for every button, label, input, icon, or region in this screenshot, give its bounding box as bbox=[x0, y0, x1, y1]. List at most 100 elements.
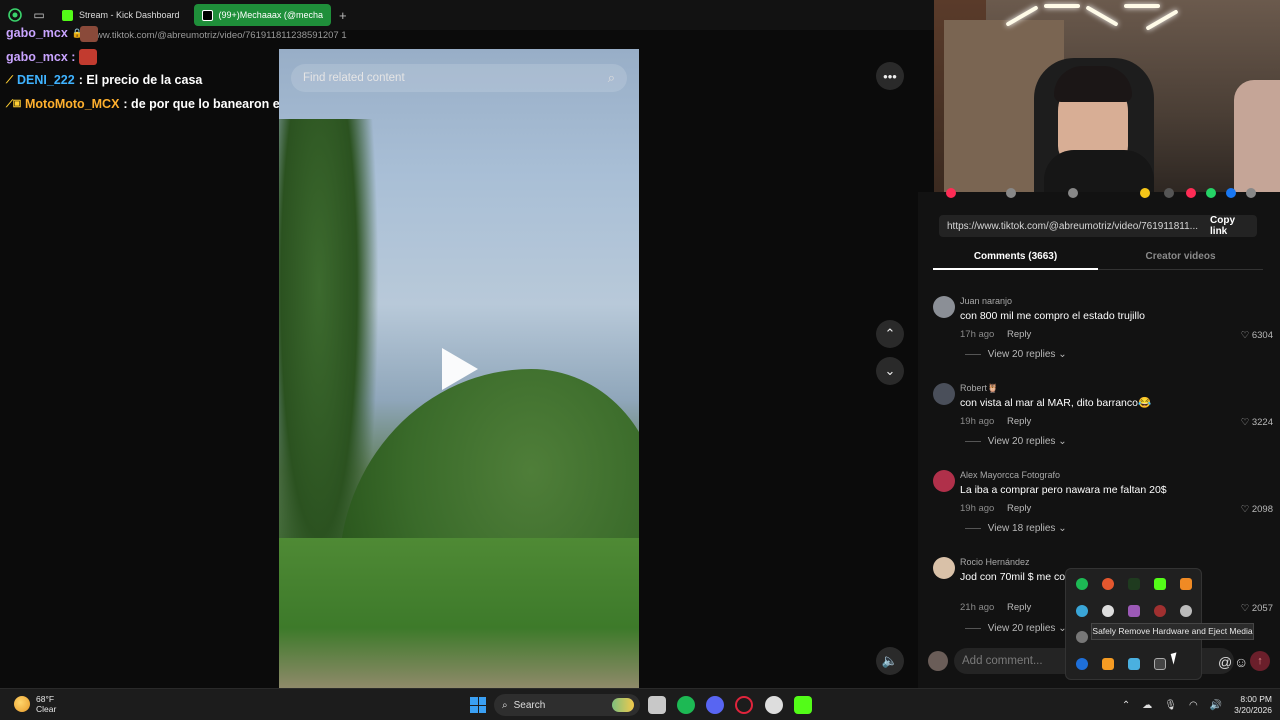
chat-emote bbox=[79, 49, 98, 65]
discord-icon[interactable] bbox=[706, 696, 724, 714]
tab-overview-icon[interactable]: ▭ bbox=[30, 6, 48, 24]
related-search-input[interactable]: Find related content ⌕ bbox=[291, 64, 627, 92]
copy-link-button[interactable]: Copy link bbox=[1198, 215, 1257, 237]
onedrive-icon[interactable]: ☁ bbox=[1142, 700, 1152, 711]
app-icon[interactable] bbox=[1102, 658, 1114, 670]
taskbar-search[interactable]: ⌕ Search bbox=[494, 694, 640, 716]
comment-like[interactable]: ♡ 2057 bbox=[1241, 603, 1273, 614]
heart-icon: ♡ bbox=[1240, 504, 1250, 515]
app-icon[interactable] bbox=[1180, 578, 1192, 590]
reply-button[interactable]: Reply bbox=[1007, 329, 1031, 340]
spotify-icon[interactable] bbox=[677, 696, 695, 714]
app-icon[interactable] bbox=[1128, 605, 1140, 617]
weather-widget[interactable]: 68°F Clear bbox=[14, 694, 56, 714]
next-video-icon[interactable]: ⌄ bbox=[876, 357, 904, 385]
chat-username: MotoMoto_MCX bbox=[25, 97, 120, 111]
chevron-up-icon[interactable]: ⌃ bbox=[1122, 700, 1130, 711]
search-icon[interactable]: ⌕ bbox=[608, 70, 615, 86]
reply-button[interactable]: Reply bbox=[1007, 602, 1031, 613]
avatar[interactable] bbox=[933, 296, 955, 318]
favorite-icon[interactable] bbox=[1068, 188, 1078, 198]
app-icon[interactable] bbox=[1076, 631, 1088, 643]
like-icon[interactable] bbox=[946, 188, 956, 198]
volume-icon[interactable]: 🔈 bbox=[876, 647, 904, 675]
video-url[interactable]: https://www.tiktok.com/@abreumotriz/vide… bbox=[947, 221, 1198, 232]
chevron-down-icon: ⌄ bbox=[1058, 523, 1067, 534]
clock-date: 3/20/2026 bbox=[1234, 705, 1272, 715]
comment-username[interactable]: Rocio Hernández bbox=[960, 557, 1030, 567]
microphone-icon[interactable]: 🎙 bbox=[1164, 700, 1177, 711]
reply-button[interactable]: Reply bbox=[1007, 503, 1031, 514]
video-ground bbox=[279, 538, 639, 688]
speaker-icon[interactable]: 🔊 bbox=[1210, 700, 1222, 711]
chat-username: gabo_mcx bbox=[6, 26, 68, 40]
heart-icon: ♡ bbox=[1240, 603, 1250, 614]
emoji-icon[interactable]: ☺ bbox=[1234, 654, 1248, 670]
usb-eject-icon[interactable] bbox=[1154, 658, 1166, 670]
tiktok-icon bbox=[201, 9, 213, 21]
wifi-icon[interactable]: ◠ bbox=[1189, 700, 1198, 711]
comment-like[interactable]: ♡ 6304 bbox=[1241, 330, 1273, 341]
comment-time: 19h ago bbox=[960, 503, 995, 514]
app-icon[interactable] bbox=[1128, 658, 1140, 670]
new-tab-icon[interactable]: + bbox=[339, 8, 347, 23]
tab-comments[interactable]: Comments (3663) bbox=[933, 248, 1098, 270]
tab-kick-dashboard[interactable]: Stream - Kick Dashboard bbox=[54, 4, 188, 26]
webcam-hex-light bbox=[994, 0, 1184, 40]
facebook-icon[interactable] bbox=[1226, 188, 1236, 198]
play-icon[interactable] bbox=[442, 348, 478, 390]
mention-icon[interactable]: @ bbox=[1218, 654, 1232, 670]
bluetooth-icon[interactable] bbox=[1076, 658, 1088, 670]
send-icon[interactable]: ↑ bbox=[1250, 651, 1270, 671]
avatar[interactable] bbox=[933, 383, 955, 405]
kick-icon[interactable] bbox=[794, 696, 812, 714]
share-icon[interactable] bbox=[1140, 188, 1150, 198]
clock[interactable]: 8:00 PM 3/20/2026 bbox=[1234, 694, 1272, 716]
view-replies-button[interactable]: View 18 replies ⌄ bbox=[965, 523, 1067, 534]
spotify-icon[interactable] bbox=[1076, 578, 1088, 590]
more-options-icon[interactable]: ••• bbox=[876, 62, 904, 90]
nvidia-icon[interactable] bbox=[1128, 578, 1140, 590]
firefox-icon[interactable] bbox=[1102, 578, 1114, 590]
share-icon[interactable] bbox=[1186, 188, 1196, 198]
avatar[interactable] bbox=[933, 557, 955, 579]
comment-meta: 19h ago Reply bbox=[960, 503, 1031, 514]
comment-like[interactable]: ♡ 2098 bbox=[1241, 504, 1273, 515]
app-icon[interactable] bbox=[1180, 605, 1192, 617]
search-highlight-icon bbox=[612, 698, 634, 712]
comment-time: 21h ago bbox=[960, 602, 995, 613]
browser-logo-icon[interactable] bbox=[6, 6, 24, 24]
view-replies-button[interactable]: View 20 replies ⌄ bbox=[965, 623, 1067, 634]
whatsapp-icon[interactable] bbox=[1206, 188, 1216, 198]
video-link-bar: https://www.tiktok.com/@abreumotriz/vide… bbox=[939, 215, 1257, 237]
comment-like[interactable]: ♡ 3224 bbox=[1241, 417, 1273, 428]
obs-icon[interactable] bbox=[1102, 605, 1114, 617]
embed-icon[interactable] bbox=[1164, 188, 1174, 198]
system-tray: ⌃ ☁ 🎙 ◠ 🔊 8:00 PM 3/20/2026 bbox=[1122, 689, 1280, 720]
tab-creator-videos[interactable]: Creator videos bbox=[1098, 248, 1263, 270]
app-icon[interactable] bbox=[1154, 605, 1166, 617]
reply-button[interactable]: Reply bbox=[1007, 416, 1031, 427]
view-replies-button[interactable]: View 20 replies ⌄ bbox=[965, 349, 1067, 360]
comment-username[interactable]: Alex Mayorcca Fotografo bbox=[960, 470, 1060, 480]
previous-video-icon[interactable]: ⌃ bbox=[876, 320, 904, 348]
comment-text: con 800 mil me compro el estado trujillo bbox=[960, 310, 1146, 322]
app-icon[interactable] bbox=[1076, 605, 1088, 617]
view-replies-button[interactable]: View 20 replies ⌄ bbox=[965, 436, 1067, 447]
opera-icon[interactable] bbox=[735, 696, 753, 714]
tab-tiktok[interactable]: (99+)Mechaaax (@mecha bbox=[193, 4, 331, 26]
comment-time: 17h ago bbox=[960, 329, 995, 340]
webcam-hair bbox=[1054, 66, 1132, 102]
tray-tooltip: Safely Remove Hardware and Eject Media bbox=[1091, 623, 1254, 640]
file-explorer-icon[interactable] bbox=[648, 696, 666, 714]
share-icon[interactable] bbox=[1246, 188, 1256, 198]
comment-icon[interactable] bbox=[1006, 188, 1016, 198]
comment-username[interactable]: Juan naranjo bbox=[960, 296, 1012, 306]
avatar[interactable] bbox=[933, 470, 955, 492]
obs-icon[interactable] bbox=[765, 696, 783, 714]
comment-username[interactable]: Robert🦉 bbox=[960, 383, 998, 394]
start-icon[interactable] bbox=[470, 697, 486, 713]
search-label: Search bbox=[513, 699, 546, 711]
kick-icon[interactable] bbox=[1154, 578, 1166, 590]
clock-time: 8:00 PM bbox=[1240, 694, 1272, 704]
